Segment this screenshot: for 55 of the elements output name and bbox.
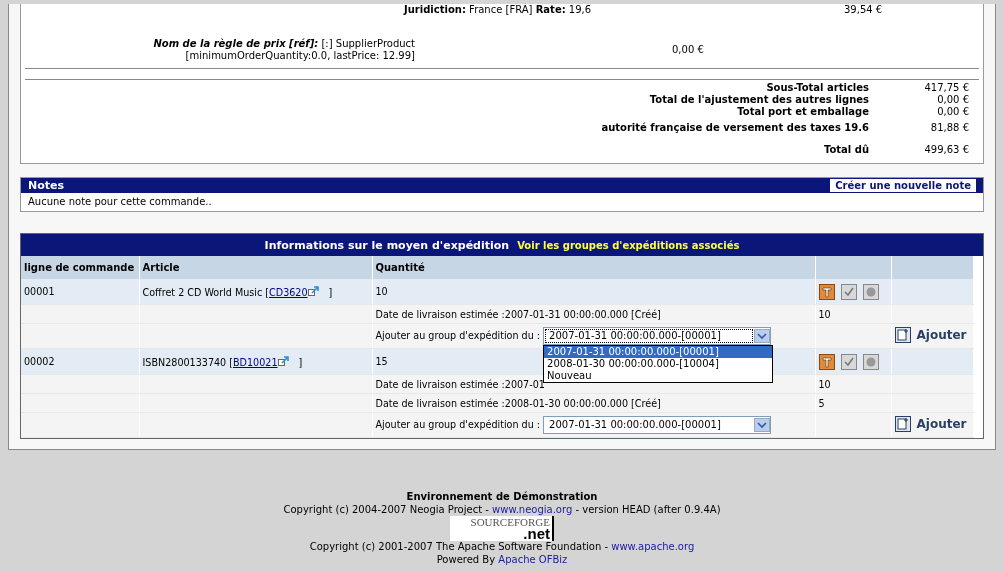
total-value: 417,75 € [923, 82, 969, 94]
total-label: Sous-Total articles [765, 82, 870, 94]
dropdown-option[interactable]: 2007-01-31 00:00:00.000-[00001] [544, 346, 773, 358]
total-label: autorité française de versement des taxes 19.6 [600, 122, 870, 134]
total-label: Total dû [822, 144, 870, 156]
group-select[interactable]: 2007-01-31 00:00:00.000-[00001] [543, 416, 772, 434]
shipment-groups-link[interactable]: Voir les groupes d'expéditions associés [517, 239, 740, 251]
footer-title: Environnement de Démonstration [405, 491, 599, 504]
table-cell: ] [298, 356, 303, 368]
total-label: Total de l'ajustement des autres lignes [648, 94, 870, 106]
total-value: 81,88 € [929, 122, 969, 134]
text-icon[interactable] [818, 353, 835, 370]
price-rule-value: [:] SupplierProduct [321, 38, 415, 49]
empty-notes-text: Aucune note pour cette commande.. [27, 195, 213, 209]
product-link[interactable]: CD3620 [269, 286, 308, 298]
field-label: Ajouter au group d'expédition du : [375, 419, 541, 430]
column-header: Article [139, 256, 372, 279]
table-cell: ISBN2800133740 [ [142, 356, 233, 368]
sourceforge-logo[interactable]: SOURCEFORGE .net [450, 516, 554, 541]
external-link-icon[interactable] [277, 355, 289, 367]
text-icon[interactable] [818, 283, 835, 300]
total-label: Total port et emballage [736, 106, 870, 118]
version-text: - version HEAD (after 0.9.4A) [574, 503, 721, 515]
new-document-icon [894, 327, 911, 343]
total-value: 0,00 € [936, 94, 969, 106]
external-link-icon[interactable] [307, 285, 319, 297]
footer-link[interactable]: Apache OFBiz [498, 553, 568, 565]
column-header: ligne de commande [21, 256, 139, 279]
section-title: Notes [28, 179, 65, 192]
total-value: 499,63 € [923, 144, 969, 156]
table-cell: 00001 [21, 279, 139, 305]
price-rule-value: [minimumOrderQuantity:0.0, lastPrice: 12.99] [185, 50, 415, 61]
new-document-icon [894, 416, 911, 432]
product-link[interactable]: BD10021 [233, 356, 278, 368]
copyright-text: Copyright (c) 2001-2007 The Apache Software Foundation - [309, 541, 610, 552]
checkmark-icon[interactable] [840, 283, 857, 300]
tax-jurisdiction-text: Juridiction: France [FRA] Rate: 19,6 [404, 4, 593, 15]
total-value: 0,00 € [936, 106, 969, 118]
column-header: Quantité [372, 256, 815, 279]
section-title: Informations sur le moyen d'expédition [264, 238, 510, 252]
powered-by-text: Powered By [436, 553, 497, 565]
amount-text: 0,00 € [672, 44, 704, 57]
table-cell: Coffret 2 CD World Music [ [142, 286, 270, 298]
amount-text: 39,54 € [844, 4, 883, 15]
dropdown-option[interactable]: 2008-01-30 00:00:00.000-[10004] [544, 358, 773, 370]
footer-link[interactable]: www.neogia.org [492, 503, 573, 515]
table-cell: ] [328, 286, 333, 298]
field-label: Ajouter au group d'expédition du : [375, 330, 541, 341]
copyright-text: Copyright (c) 2004-2007 Neogia Project - [283, 503, 490, 515]
table-cell: 00002 [21, 348, 139, 375]
checkmark-icon[interactable] [840, 353, 857, 370]
price-rule-label: Nom de la règle de prix [réf]: [153, 38, 319, 49]
table-cell: 10 [372, 279, 815, 305]
footer-link[interactable]: www.apache.org [611, 541, 695, 552]
create-note-button[interactable]: Créer une nouvelle note [829, 178, 977, 193]
